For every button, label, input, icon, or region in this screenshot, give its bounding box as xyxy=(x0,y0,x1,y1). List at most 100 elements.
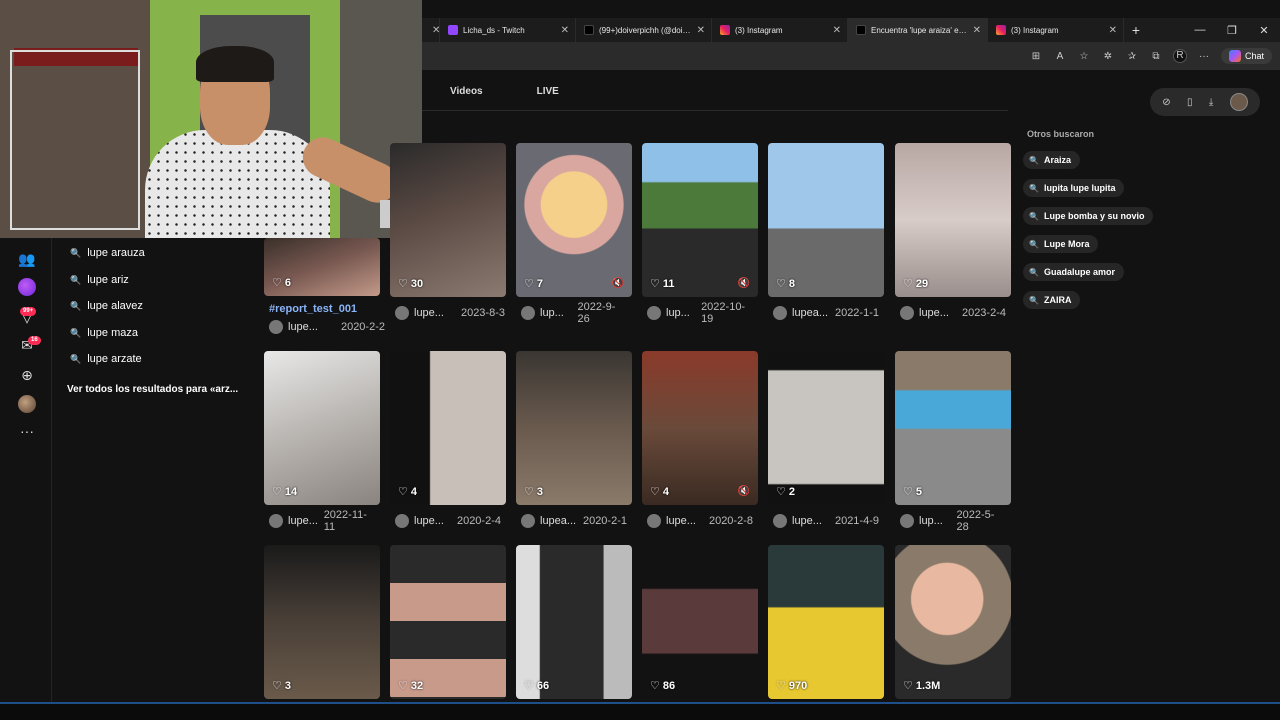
more-menu-icon[interactable]: ··· xyxy=(1197,51,1211,62)
author-avatar xyxy=(900,514,914,528)
hashtag-link[interactable]: #report_test_001 xyxy=(269,303,357,315)
suggestion-item[interactable]: 🔍 lupe maza xyxy=(70,327,138,339)
author-avatar xyxy=(521,514,535,528)
user-avatar[interactable] xyxy=(1229,93,1248,111)
heart-icon: ♡ xyxy=(398,680,408,692)
taskbar xyxy=(0,702,1280,720)
chat-button[interactable]: Chat xyxy=(1220,48,1272,64)
compass-icon[interactable]: ⊘ xyxy=(1162,97,1170,108)
apps-icon[interactable]: ⊞ xyxy=(1029,51,1043,62)
collections-icon[interactable]: ⧉ xyxy=(1149,51,1163,62)
tab-instagram-2[interactable]: (3) Instagram ✕ xyxy=(988,18,1124,42)
close-icon[interactable]: ✕ xyxy=(697,25,705,36)
video-card[interactable]: ♡ 86 xyxy=(642,545,758,699)
author-name[interactable]: lup... xyxy=(540,307,578,319)
others-searched-chip[interactable]: 🔍 Guadalupe amor xyxy=(1023,263,1124,281)
author-avatar xyxy=(773,306,787,320)
explore-avatar-icon[interactable] xyxy=(18,278,36,296)
heart-icon: ♡ xyxy=(272,486,282,498)
new-tab-button[interactable]: + xyxy=(1124,22,1148,38)
heart-icon: ♡ xyxy=(903,680,913,692)
author-name[interactable]: lupe... xyxy=(666,515,704,527)
video-card[interactable]: ♡ 4 xyxy=(390,351,506,505)
download-icon[interactable]: ⤓ xyxy=(1209,97,1213,108)
others-searched-chip[interactable]: 🔍 lupita lupe lupita xyxy=(1023,179,1125,197)
post-date: 2022-5-28 xyxy=(956,509,995,533)
suggestion-item[interactable]: 🔍 lupe ariz xyxy=(70,274,129,286)
author-name[interactable]: lup... xyxy=(666,307,701,319)
maximize-icon[interactable]: ❐ xyxy=(1216,24,1248,37)
following-icon[interactable]: 👥 xyxy=(18,250,36,268)
suggestion-item[interactable]: 🔍 lupe arzate xyxy=(70,353,142,365)
tab-videos[interactable]: Videos xyxy=(450,86,483,97)
author-avatar xyxy=(269,320,283,334)
instagram-icon xyxy=(996,25,1006,35)
tab-label: (99+)doiverpichh (@doiverp xyxy=(599,25,691,35)
tab-twitch[interactable]: Licha_ds - Twitch ✕ xyxy=(440,18,576,42)
video-card[interactable]: ♡ 30 xyxy=(390,143,506,297)
video-card[interactable]: ♡ 11 🔇 xyxy=(642,143,758,297)
close-icon[interactable]: ✕ xyxy=(833,25,841,36)
more-icon[interactable]: ··· xyxy=(18,422,36,440)
close-icon[interactable]: ✕ xyxy=(432,25,439,36)
video-card[interactable]: ♡ 4 🔇 xyxy=(642,351,758,505)
video-card[interactable]: ♡ 2 xyxy=(768,351,884,505)
others-searched-chip[interactable]: 🔍 ZAIRA xyxy=(1023,291,1081,309)
see-all-results-link[interactable]: Ver todos los resultados para «arz... xyxy=(67,384,252,395)
author-name[interactable]: lupe... xyxy=(414,307,452,319)
video-card[interactable]: ♡ 14 xyxy=(264,351,380,505)
video-card[interactable]: ♡ 3 xyxy=(516,351,632,505)
suggestion-item[interactable]: 🔍 lupe alavez xyxy=(70,300,143,312)
video-meta: lupea... 2020-2-1 xyxy=(521,514,627,528)
author-name[interactable]: lupe... xyxy=(919,307,957,319)
tab-live[interactable]: LIVE xyxy=(537,86,559,97)
video-card[interactable]: ♡ 66 xyxy=(516,545,632,699)
video-card[interactable]: ♡ 3 xyxy=(264,545,380,699)
close-window-icon[interactable]: ✕ xyxy=(1248,24,1280,37)
video-card[interactable]: ♡ 970 xyxy=(768,545,884,699)
webcam-rack xyxy=(10,50,140,230)
extensions-icon[interactable]: ✲ xyxy=(1101,51,1115,62)
author-name[interactable]: lupe... xyxy=(288,321,326,333)
heart-icon: ♡ xyxy=(650,278,660,290)
tab-tiktok-search[interactable]: Encuentra 'lupe araiza' en Ti ✕ xyxy=(848,18,988,42)
others-searched-chip[interactable]: 🔍 Lupe Mora xyxy=(1023,235,1099,253)
video-card[interactable]: ♡ 32 xyxy=(390,545,506,699)
heart-icon: ♡ xyxy=(524,486,534,498)
video-card[interactable]: ♡ 7 🔇 xyxy=(516,143,632,297)
profile-avatar-icon[interactable] xyxy=(18,395,36,413)
heart-icon: ♡ xyxy=(776,486,786,498)
minimize-icon[interactable]: — xyxy=(1184,24,1216,37)
phone-icon[interactable]: ▯ xyxy=(1187,97,1193,108)
tab-instagram[interactable]: (3) Instagram ✕ xyxy=(712,18,848,42)
author-name[interactable]: lupe... xyxy=(792,515,830,527)
author-name[interactable]: lupea... xyxy=(792,307,830,319)
author-name[interactable]: lupea... xyxy=(540,515,578,527)
close-icon[interactable]: ✕ xyxy=(973,25,981,36)
author-name[interactable]: lupe... xyxy=(414,515,452,527)
others-searched-chip[interactable]: 🔍 Araiza xyxy=(1023,151,1080,169)
video-card[interactable]: ♡ 8 xyxy=(768,143,884,297)
like-count: ♡ 3 xyxy=(272,679,291,693)
others-searched-chip[interactable]: 🔍 Lupe bomba y su novio xyxy=(1023,207,1154,225)
favorites-icon[interactable]: ✰ xyxy=(1125,51,1139,62)
close-icon[interactable]: ✕ xyxy=(1109,25,1117,36)
upload-icon[interactable]: ⊕ xyxy=(18,366,36,384)
favorite-star-icon[interactable]: ☆ xyxy=(1077,51,1091,62)
video-card[interactable]: ♡ 5 xyxy=(895,351,1011,505)
tab-tiktok-profile[interactable]: (99+)doiverpichh (@doiverp ✕ xyxy=(576,18,712,42)
read-aloud-icon[interactable]: A xyxy=(1053,51,1067,62)
tab-close-partial[interactable]: ✕ xyxy=(422,18,440,42)
close-icon[interactable]: ✕ xyxy=(561,25,569,36)
video-card[interactable]: ♡ 1.3M xyxy=(895,545,1011,699)
video-card[interactable]: ♡ 29 xyxy=(895,143,1011,297)
video-card[interactable]: ♡ 6 xyxy=(264,238,380,296)
author-avatar xyxy=(395,306,409,320)
suggestion-item[interactable]: 🔍 lupe arauza xyxy=(70,247,145,259)
search-icon: 🔍 xyxy=(1029,239,1039,249)
search-icon: 🔍 xyxy=(70,300,82,311)
profile-avatar[interactable]: R xyxy=(1172,49,1187,63)
heart-icon: ♡ xyxy=(524,680,534,692)
author-name[interactable]: lupe... xyxy=(288,515,324,527)
author-name[interactable]: lup... xyxy=(919,515,957,527)
